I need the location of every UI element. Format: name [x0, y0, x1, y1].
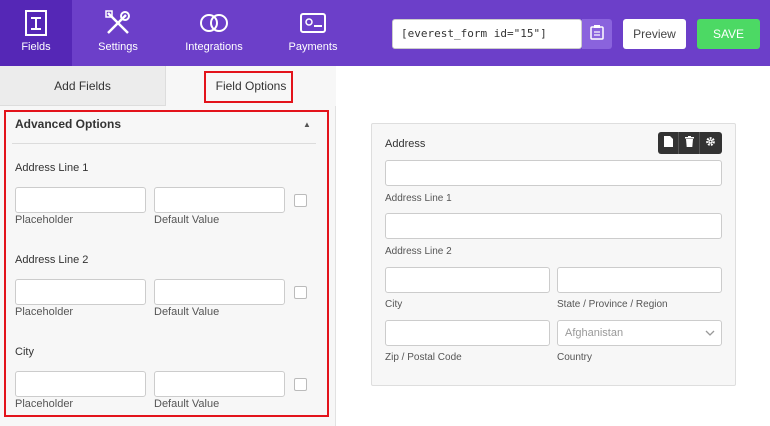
divider — [12, 143, 316, 144]
duplicate-button[interactable] — [658, 132, 679, 154]
placeholder-label: Placeholder — [15, 306, 74, 318]
caret-up-icon[interactable]: ▲ — [303, 120, 311, 129]
top-bar: Fields Settings Integrations Payments [e… — [0, 0, 770, 66]
address-line-2-label: Address Line 2 — [15, 254, 89, 266]
city-input[interactable] — [385, 267, 550, 293]
nav-payments[interactable]: Payments — [280, 0, 346, 66]
field-settings-button[interactable] — [700, 132, 721, 154]
city-caption: City — [385, 299, 403, 310]
country-select[interactable]: Afghanistan — [557, 320, 722, 346]
address-line-2-placeholder-input[interactable] — [15, 279, 146, 305]
field-toolbar — [658, 132, 722, 154]
city-label: City — [15, 346, 34, 358]
nav-settings-label: Settings — [98, 41, 138, 53]
zip-caption: Zip / Postal Code — [385, 352, 462, 363]
nav-payments-label: Payments — [288, 41, 338, 53]
trash-icon — [684, 134, 694, 152]
nav-settings[interactable]: Settings — [82, 0, 154, 66]
state-caption: State / Province / Region — [557, 299, 668, 310]
address-line-2-checkbox[interactable] — [294, 286, 307, 299]
placeholder-label: Placeholder — [15, 214, 74, 226]
address-line-1-checkbox[interactable] — [294, 194, 307, 207]
address-title: Address — [385, 138, 426, 150]
nav-fields-label: Fields — [21, 41, 51, 53]
country-value: Afghanistan — [565, 327, 624, 339]
placeholder-label: Placeholder — [15, 398, 74, 410]
address-line-2-default-input[interactable] — [154, 279, 285, 305]
country-caption: Country — [557, 352, 593, 363]
nav-integrations[interactable]: Integrations — [172, 0, 256, 66]
city-default-input[interactable] — [154, 371, 285, 397]
shortcode-field[interactable]: [everest_form id="15"] — [392, 19, 582, 49]
copy-shortcode-button[interactable] — [582, 19, 612, 49]
address-line-1-input[interactable] — [385, 160, 722, 186]
gear-icon — [705, 134, 716, 152]
nav-integrations-label: Integrations — [185, 41, 243, 53]
payments-icon — [299, 8, 327, 38]
address-line-2-input[interactable] — [385, 213, 722, 239]
settings-icon — [104, 8, 132, 38]
copy-icon — [590, 24, 604, 45]
address-line-2-caption: Address Line 2 — [385, 246, 452, 257]
fields-icon — [24, 8, 48, 38]
save-button[interactable]: SAVE — [697, 19, 760, 49]
chevron-down-icon — [705, 321, 715, 354]
integrations-icon — [199, 8, 229, 38]
city-placeholder-input[interactable] — [15, 371, 146, 397]
default-value-label: Default Value — [154, 398, 220, 410]
address-line-1-placeholder-input[interactable] — [15, 187, 146, 213]
address-line-1-caption: Address Line 1 — [385, 193, 452, 204]
address-line-1-default-input[interactable] — [154, 187, 285, 213]
default-value-label: Default Value — [154, 306, 220, 318]
preview-button[interactable]: Preview — [623, 19, 686, 49]
file-icon — [663, 134, 673, 152]
state-input[interactable] — [557, 267, 722, 293]
tab-add-fields[interactable]: Add Fields — [0, 66, 166, 106]
field-options-highlight — [204, 71, 293, 103]
nav-fields[interactable]: Fields — [0, 0, 72, 66]
default-value-label: Default Value — [154, 214, 220, 226]
address-line-1-label: Address Line 1 — [15, 162, 89, 174]
city-checkbox[interactable] — [294, 378, 307, 391]
advanced-options-title[interactable]: Advanced Options — [15, 117, 121, 131]
zip-input[interactable] — [385, 320, 550, 346]
delete-button[interactable] — [679, 132, 700, 154]
